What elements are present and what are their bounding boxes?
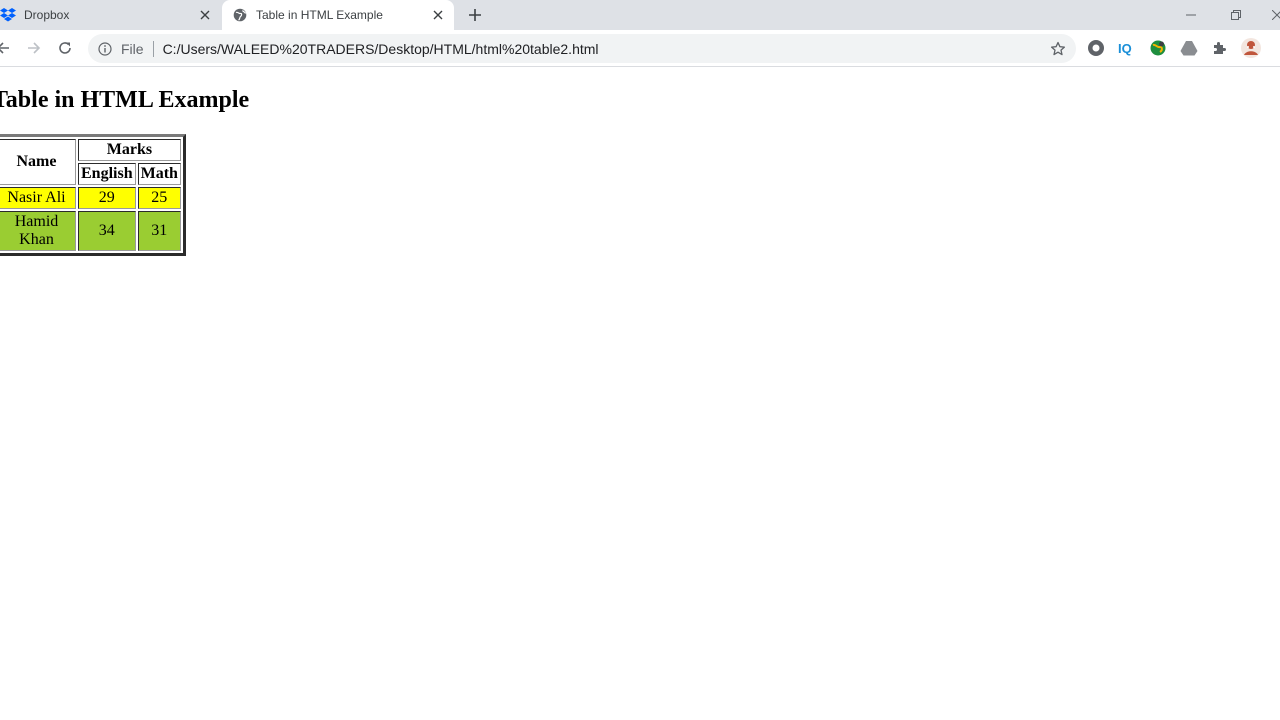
close-tab-icon[interactable]: [195, 5, 215, 25]
new-tab-button[interactable]: [464, 4, 486, 26]
tab-table-example[interactable]: Table in HTML Example: [222, 0, 454, 30]
english-mark-cell: 29: [78, 187, 136, 209]
marks-table: Name Marks English Math Nasir Ali 29 25 …: [0, 134, 186, 256]
english-header: English: [78, 163, 136, 185]
puzzle-extensions-icon[interactable]: [1210, 38, 1230, 58]
name-header: Name: [0, 139, 76, 185]
page-content: Table in HTML Example Name Marks English…: [0, 68, 1280, 720]
restore-button[interactable]: [1213, 0, 1259, 30]
english-mark-cell: 34: [78, 211, 136, 251]
reload-button[interactable]: [52, 35, 78, 61]
svg-text:IQ: IQ: [1118, 41, 1132, 56]
math-mark-cell: 31: [137, 211, 181, 251]
bookmark-star-icon[interactable]: [1048, 39, 1068, 59]
profile-avatar[interactable]: [1240, 37, 1262, 59]
header-row: Name Marks: [0, 139, 181, 185]
marks-table-wrapper: Name Marks English Math Nasir Ali 29 25 …: [0, 134, 186, 256]
globe-extension-icon[interactable]: [1148, 38, 1168, 58]
tab-title: Dropbox: [24, 8, 70, 22]
circle-extension-icon[interactable]: [1086, 38, 1106, 58]
globe-icon: [232, 7, 248, 23]
page-heading: Table in HTML Example: [0, 87, 250, 113]
info-icon[interactable]: [97, 41, 113, 57]
back-button[interactable]: [0, 35, 16, 61]
table-row: Hamid Khan 34 31: [0, 211, 181, 251]
address-divider: [152, 40, 154, 57]
marks-header: Marks: [78, 139, 181, 161]
minimize-button[interactable]: [1168, 0, 1214, 30]
address-bar[interactable]: File C:/Users/WALEED%20TRADERS/Desktop/H…: [88, 34, 1076, 63]
close-window-button[interactable]: [1254, 0, 1280, 30]
drive-extension-icon[interactable]: [1179, 38, 1199, 58]
dropbox-icon: [0, 7, 16, 23]
tab-strip: Dropbox Table in HTML Example: [0, 0, 1280, 30]
table-row: Nasir Ali 29 25: [0, 187, 181, 209]
close-tab-icon[interactable]: [428, 5, 448, 25]
student-name-cell: Nasir Ali: [0, 187, 76, 209]
forward-button[interactable]: [21, 35, 47, 61]
math-mark-cell: 25: [137, 187, 181, 209]
browser-toolbar: File C:/Users/WALEED%20TRADERS/Desktop/H…: [0, 30, 1280, 67]
tab-title: Table in HTML Example: [256, 8, 383, 22]
iq-extension-icon[interactable]: IQ: [1117, 38, 1137, 58]
student-name-cell: Hamid Khan: [0, 211, 76, 251]
url-text[interactable]: C:/Users/WALEED%20TRADERS/Desktop/HTML/h…: [163, 41, 1048, 57]
math-header: Math: [137, 163, 181, 185]
scheme-label: File: [121, 40, 144, 57]
tab-dropbox[interactable]: Dropbox: [0, 0, 221, 30]
